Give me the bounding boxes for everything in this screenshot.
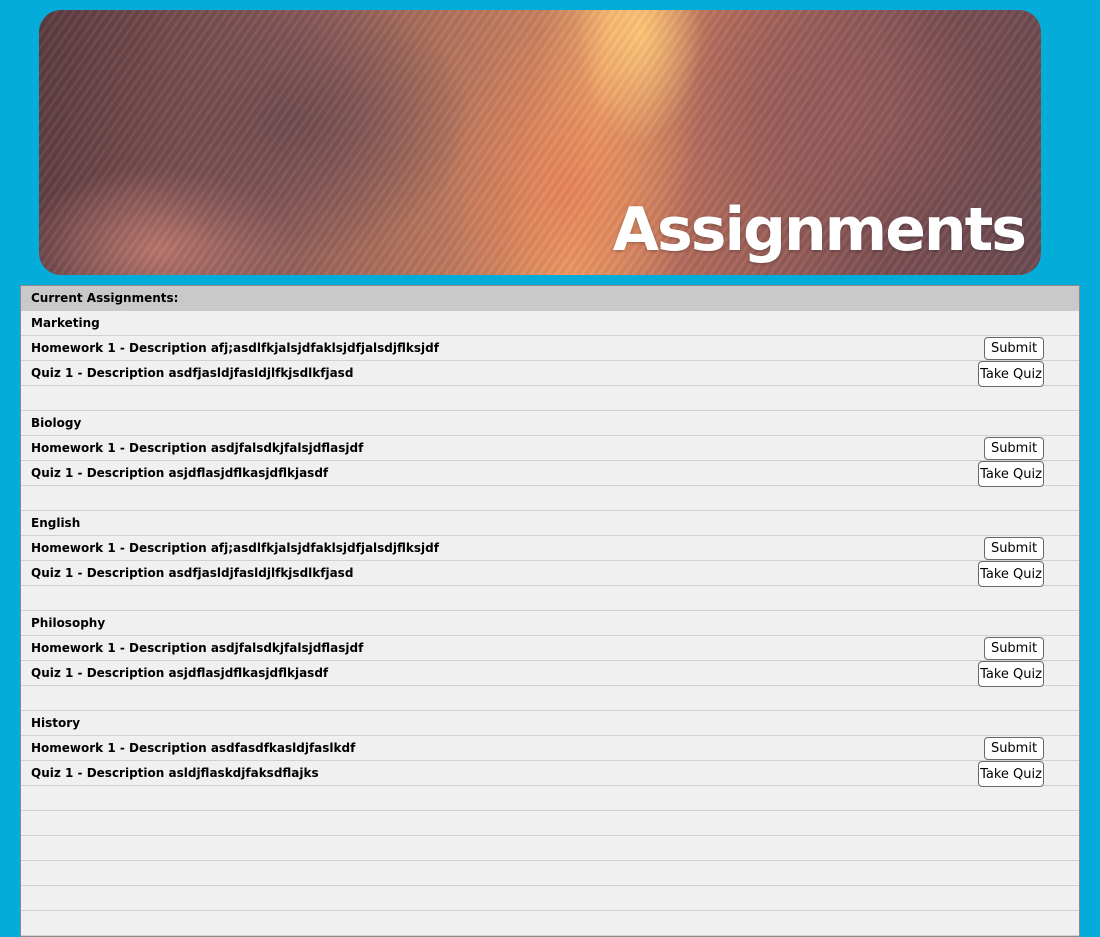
take-quiz-button[interactable]: Take Quiz	[978, 661, 1044, 687]
page-title: Assignments	[612, 195, 1027, 265]
assignment-row-quiz: Quiz 1 - Description asjdflasjdflkasjdfl…	[21, 461, 1079, 487]
submit-button[interactable]: Submit	[984, 437, 1044, 460]
spacer-row	[21, 586, 1079, 611]
assignment-row-homework: Homework 1 - Description asdjfalsdkjfals…	[21, 436, 1079, 461]
header-banner: Assignments	[39, 10, 1041, 275]
assignment-row-quiz: Quiz 1 - Description asdfjasldjfasldjlfk…	[21, 361, 1079, 387]
assignment-text: Quiz 1 - Description asjdflasjdflkasjdfl…	[31, 666, 329, 680]
assignment-text: Homework 1 - Description afj;asdlfkjalsj…	[31, 541, 439, 555]
spacer-row	[21, 386, 1079, 411]
take-quiz-button[interactable]: Take Quiz	[978, 461, 1044, 487]
assignment-text: Quiz 1 - Description asdfjasldjfasldjlfk…	[31, 566, 354, 580]
spacer-row	[21, 686, 1079, 711]
assignment-row-quiz: Quiz 1 - Description asdfjasldjfasldjlfk…	[21, 561, 1079, 587]
empty-row	[21, 811, 1079, 836]
empty-row	[21, 786, 1079, 811]
empty-row	[21, 886, 1079, 911]
course-row-english: English	[21, 511, 1079, 536]
assignment-row-homework: Homework 1 - Description asdjfalsdkjfals…	[21, 636, 1079, 661]
course-row-marketing: Marketing	[21, 311, 1079, 336]
course-row-biology: Biology	[21, 411, 1079, 436]
submit-button[interactable]: Submit	[984, 537, 1044, 560]
submit-button[interactable]: Submit	[984, 737, 1044, 760]
course-row-history: History	[21, 711, 1079, 736]
assignment-text: Homework 1 - Description asdjfalsdkjfals…	[31, 641, 364, 655]
assignment-row-homework: Homework 1 - Description afj;asdlfkjalsj…	[21, 336, 1079, 361]
assignment-text: Quiz 1 - Description asldjflaskdjfaksdfl…	[31, 766, 319, 780]
take-quiz-button[interactable]: Take Quiz	[978, 761, 1044, 787]
list-header: Current Assignments:	[31, 291, 179, 305]
submit-button[interactable]: Submit	[984, 637, 1044, 660]
list-header-row: Current Assignments:	[21, 286, 1079, 311]
assignment-text: Homework 1 - Description asdfasdfkasldjf…	[31, 741, 356, 755]
take-quiz-button[interactable]: Take Quiz	[978, 361, 1044, 387]
assignments-list: Current Assignments: Marketing Homework …	[20, 285, 1080, 937]
submit-button[interactable]: Submit	[984, 337, 1044, 360]
assignment-text: Quiz 1 - Description asjdflasjdflkasjdfl…	[31, 466, 329, 480]
course-name: History	[31, 716, 81, 730]
take-quiz-button[interactable]: Take Quiz	[978, 561, 1044, 587]
spacer-row	[21, 486, 1079, 511]
empty-row	[21, 836, 1079, 861]
empty-row	[21, 911, 1079, 936]
assignment-row-homework: Homework 1 - Description afj;asdlfkjalsj…	[21, 536, 1079, 561]
course-name: English	[31, 516, 81, 530]
course-row-philosophy: Philosophy	[21, 611, 1079, 636]
course-name: Biology	[31, 416, 82, 430]
assignment-text: Homework 1 - Description asdjfalsdkjfals…	[31, 441, 364, 455]
assignment-row-homework: Homework 1 - Description asdfasdfkasldjf…	[21, 736, 1079, 761]
empty-row	[21, 861, 1079, 886]
assignment-row-quiz: Quiz 1 - Description asjdflasjdflkasjdfl…	[21, 661, 1079, 687]
course-name: Marketing	[31, 316, 100, 330]
course-name: Philosophy	[31, 616, 106, 630]
assignment-text: Homework 1 - Description afj;asdlfkjalsj…	[31, 341, 439, 355]
assignment-text: Quiz 1 - Description asdfjasldjfasldjlfk…	[31, 366, 354, 380]
assignment-row-quiz: Quiz 1 - Description asldjflaskdjfaksdfl…	[21, 761, 1079, 787]
